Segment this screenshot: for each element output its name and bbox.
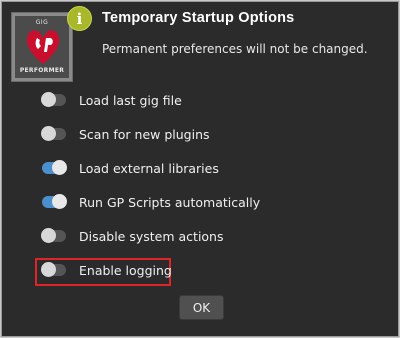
toggle-knob (52, 160, 67, 175)
option-load-external-libraries[interactable]: Load external libraries (42, 158, 219, 178)
toggle-switch[interactable] (42, 194, 67, 209)
option-scan-for-new-plugins[interactable]: Scan for new plugins (41, 124, 210, 144)
option-enable-logging[interactable]: Enable logging (41, 260, 172, 280)
option-label: Load external libraries (79, 160, 219, 176)
logo-bottom-text: PERFORMER (19, 67, 65, 74)
toggle-knob (52, 194, 67, 209)
toggle-knob (41, 126, 56, 141)
option-label: Scan for new plugins (79, 126, 210, 142)
gig-performer-logo: GIG PERFORMER (11, 12, 73, 82)
option-label: Disable system actions (79, 228, 224, 244)
dialog-subtitle: Permanent preferences will not be change… (102, 42, 368, 56)
toggle-switch[interactable] (41, 228, 66, 243)
option-run-gp-scripts[interactable]: Run GP Scripts automatically (42, 192, 260, 212)
dialog-title: Temporary Startup Options (102, 10, 295, 26)
logo-top-text: GIG (35, 19, 49, 26)
option-label: Load last gig file (79, 92, 182, 108)
option-disable-system-actions[interactable]: Disable system actions (41, 226, 224, 246)
logo-heart-icon (26, 30, 60, 64)
ok-button[interactable]: OK (179, 295, 224, 320)
info-icon: i (67, 6, 92, 31)
toggle-knob (41, 228, 56, 243)
toggle-switch[interactable] (41, 92, 66, 107)
toggle-switch[interactable] (41, 262, 66, 277)
option-label: Enable logging (79, 262, 172, 278)
toggle-switch[interactable] (41, 126, 66, 141)
toggle-knob (41, 92, 56, 107)
option-label: Run GP Scripts automatically (79, 194, 261, 210)
toggle-knob (41, 262, 56, 277)
toggle-switch[interactable] (42, 160, 67, 175)
option-load-last-gig-file[interactable]: Load last gig file (41, 90, 182, 110)
startup-options-dialog: GIG PERFORMER i Temporary Startup Option… (1, 1, 399, 337)
logo-panel: GIG PERFORMER (15, 16, 69, 78)
